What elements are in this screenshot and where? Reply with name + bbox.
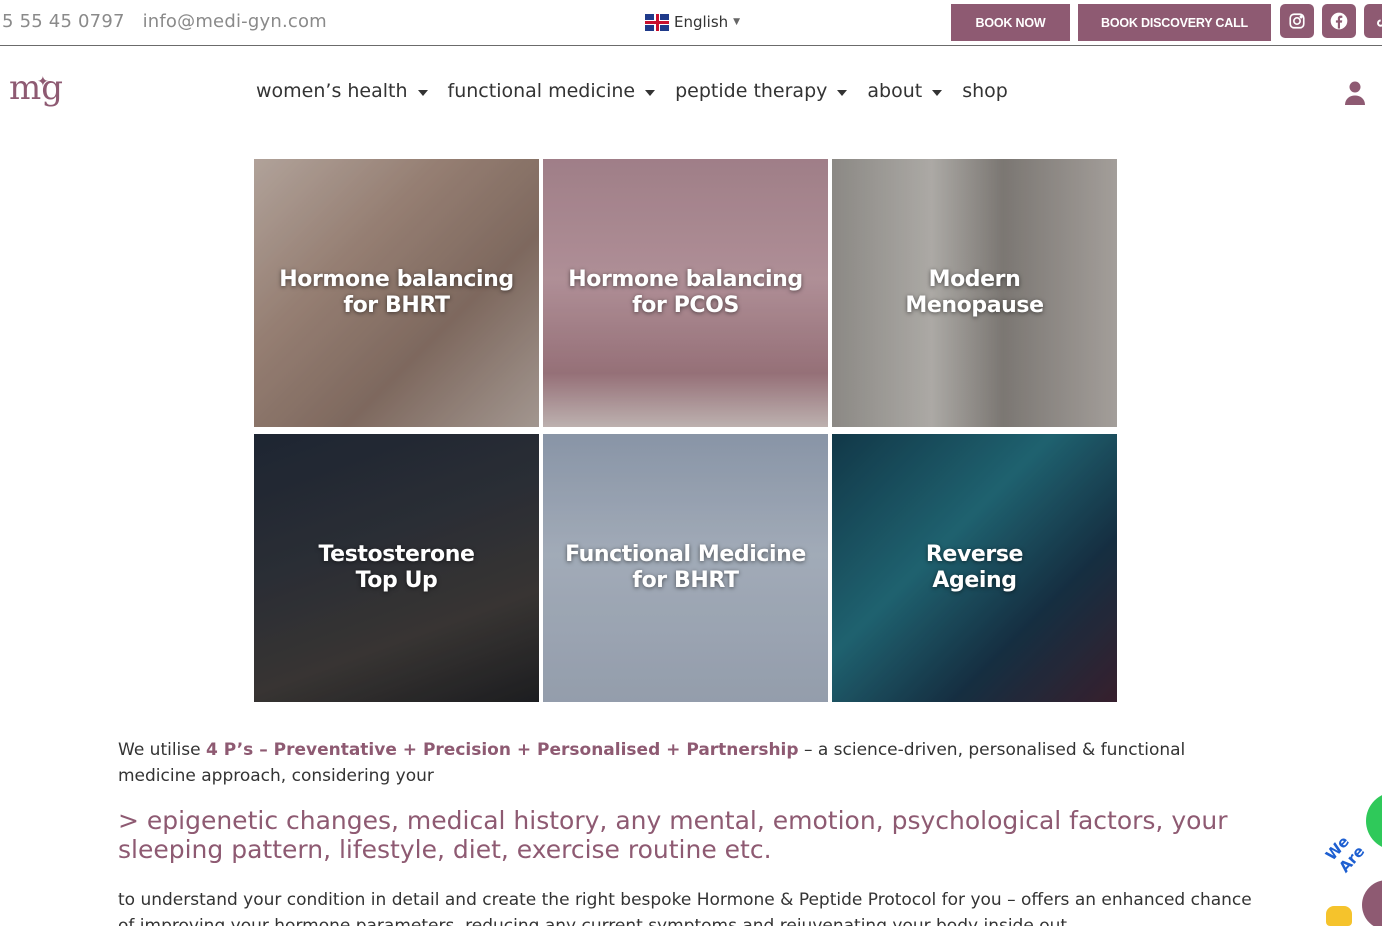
nav-womens-health[interactable]: women’s health — [256, 80, 428, 102]
phone-link[interactable]: 5 55 45 0797 — [2, 11, 125, 32]
email-link[interactable]: info@medi-gyn.com — [143, 11, 327, 32]
services-grid: Hormone balancing for BHRT Hormone balan… — [254, 159, 1117, 703]
nav-about[interactable]: about — [867, 80, 943, 102]
book-discovery-call-button[interactable]: BOOK DISCOVERY CALL — [1078, 4, 1271, 41]
tile-hormone-bhrt[interactable]: Hormone balancing for BHRT — [254, 159, 539, 427]
tile-testosterone[interactable]: Testosterone Top Up — [254, 434, 539, 702]
instagram-icon[interactable] — [1280, 4, 1314, 38]
tile-title: Hormone balancing for PCOS — [568, 267, 803, 318]
book-now-button[interactable]: BOOK NOW — [951, 4, 1070, 41]
dropdown-arrow-icon — [417, 89, 428, 96]
tile-title: Reverse Ageing — [925, 542, 1024, 593]
tile-title: Functional Medicine for BHRT — [565, 542, 806, 593]
factors-text: > epigenetic changes, medical history, a… — [118, 806, 1228, 864]
tile-modern-menopause[interactable]: Modern Menopause — [832, 159, 1117, 427]
nav-label: women’s health — [256, 80, 408, 102]
contact-info: 5 55 45 0797 info@medi-gyn.com — [2, 11, 339, 32]
tiktok-icon[interactable] — [1364, 4, 1382, 38]
language-label: English — [674, 13, 729, 31]
nav-label: shop — [962, 80, 1008, 102]
nav-label: about — [867, 80, 923, 102]
waving-hand-icon — [1326, 906, 1352, 926]
logo-text: mg — [9, 68, 64, 108]
facebook-icon[interactable] — [1322, 4, 1356, 38]
uk-flag-icon — [645, 13, 669, 31]
nav-functional-medicine[interactable]: functional medicine — [448, 80, 656, 102]
tile-reverse-ageing[interactable]: Reverse Ageing — [832, 434, 1117, 702]
tile-functional-medicine[interactable]: Functional Medicine for BHRT — [543, 434, 828, 702]
nav-shop[interactable]: shop — [962, 80, 1008, 102]
user-account-icon[interactable] — [1344, 80, 1366, 106]
top-bar: 5 55 45 0797 info@medi-gyn.com English ▼… — [0, 0, 1382, 46]
four-ps-highlight: 4 P’s – Preventative + Precision + Perso… — [206, 740, 799, 760]
sparkle-icon: ✦ — [37, 74, 49, 90]
intro-paragraph: We utilise 4 P’s – Preventative + Precis… — [118, 737, 1268, 789]
nav-label: functional medicine — [447, 80, 636, 102]
main-nav: women’s health functional medicine pepti… — [256, 80, 1028, 102]
language-selector[interactable]: English ▼ — [645, 13, 740, 31]
we-are-badge: We Are — [1322, 832, 1369, 877]
dropdown-arrow-icon — [932, 89, 943, 96]
tile-title: Testosterone Top Up — [318, 542, 475, 593]
intro-text: We utilise — [118, 740, 207, 760]
caret-down-icon: ▼ — [733, 17, 741, 27]
nav-label: peptide therapy — [675, 80, 828, 102]
tile-title: Modern Menopause — [905, 267, 1044, 318]
site-logo[interactable]: mg ✦ — [9, 68, 63, 118]
tile-title: Hormone balancing for BHRT — [279, 267, 514, 318]
dropdown-arrow-icon — [645, 89, 656, 96]
chat-widget-button[interactable] — [1362, 880, 1382, 926]
nav-peptide-therapy[interactable]: peptide therapy — [675, 80, 848, 102]
dropdown-arrow-icon — [837, 89, 848, 96]
conclusion-paragraph: to understand your condition in detail a… — [118, 890, 1252, 926]
tile-hormone-pcos[interactable]: Hormone balancing for PCOS — [543, 159, 828, 427]
